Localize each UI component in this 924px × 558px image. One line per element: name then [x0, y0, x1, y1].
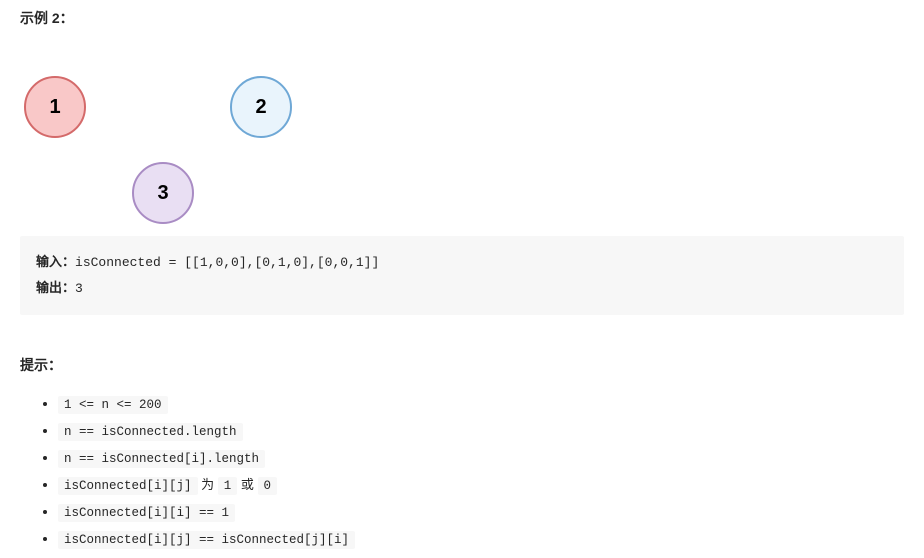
constraint-text: 为: [198, 477, 218, 492]
graph-node-3: 3: [132, 162, 194, 224]
tips-heading: 提示：: [20, 355, 904, 375]
constraint-code: 1 <= n <= 200: [58, 396, 168, 414]
constraint-code: isConnected[i][j] == isConnected[j][i]: [58, 531, 355, 549]
list-item: isConnected[i][i] == 1: [58, 499, 904, 526]
tips-list: 1 <= n <= 200 n == isConnected.length n …: [20, 391, 904, 553]
list-item: isConnected[i][j] 为 1 或 0: [58, 472, 904, 499]
input-label: 输入：: [36, 254, 75, 269]
example-heading: 示例 2：: [20, 8, 904, 28]
output-label: 输出：: [36, 280, 75, 295]
constraint-code: isConnected[i][j]: [58, 477, 198, 495]
constraint-code: 1: [218, 477, 238, 495]
constraint-code: n == isConnected.length: [58, 423, 243, 441]
graph-node-2: 2: [230, 76, 292, 138]
list-item: isConnected[i][j] == isConnected[j][i]: [58, 526, 904, 553]
output-value: 3: [75, 281, 83, 296]
constraint-code: isConnected[i][i] == 1: [58, 504, 235, 522]
constraint-text: 或: [237, 477, 257, 492]
list-item: n == isConnected.length: [58, 418, 904, 445]
input-value: isConnected = [[1,0,0],[0,1,0],[0,0,1]]: [75, 255, 379, 270]
graph-node-1: 1: [24, 76, 86, 138]
example-io-block: 输入：isConnected = [[1,0,0],[0,1,0],[0,0,1…: [20, 236, 904, 315]
constraint-code: n == isConnected[i].length: [58, 450, 265, 468]
graph-diagram: 1 2 3: [20, 44, 320, 216]
list-item: n == isConnected[i].length: [58, 445, 904, 472]
list-item: 1 <= n <= 200: [58, 391, 904, 418]
constraint-code: 0: [258, 477, 278, 495]
